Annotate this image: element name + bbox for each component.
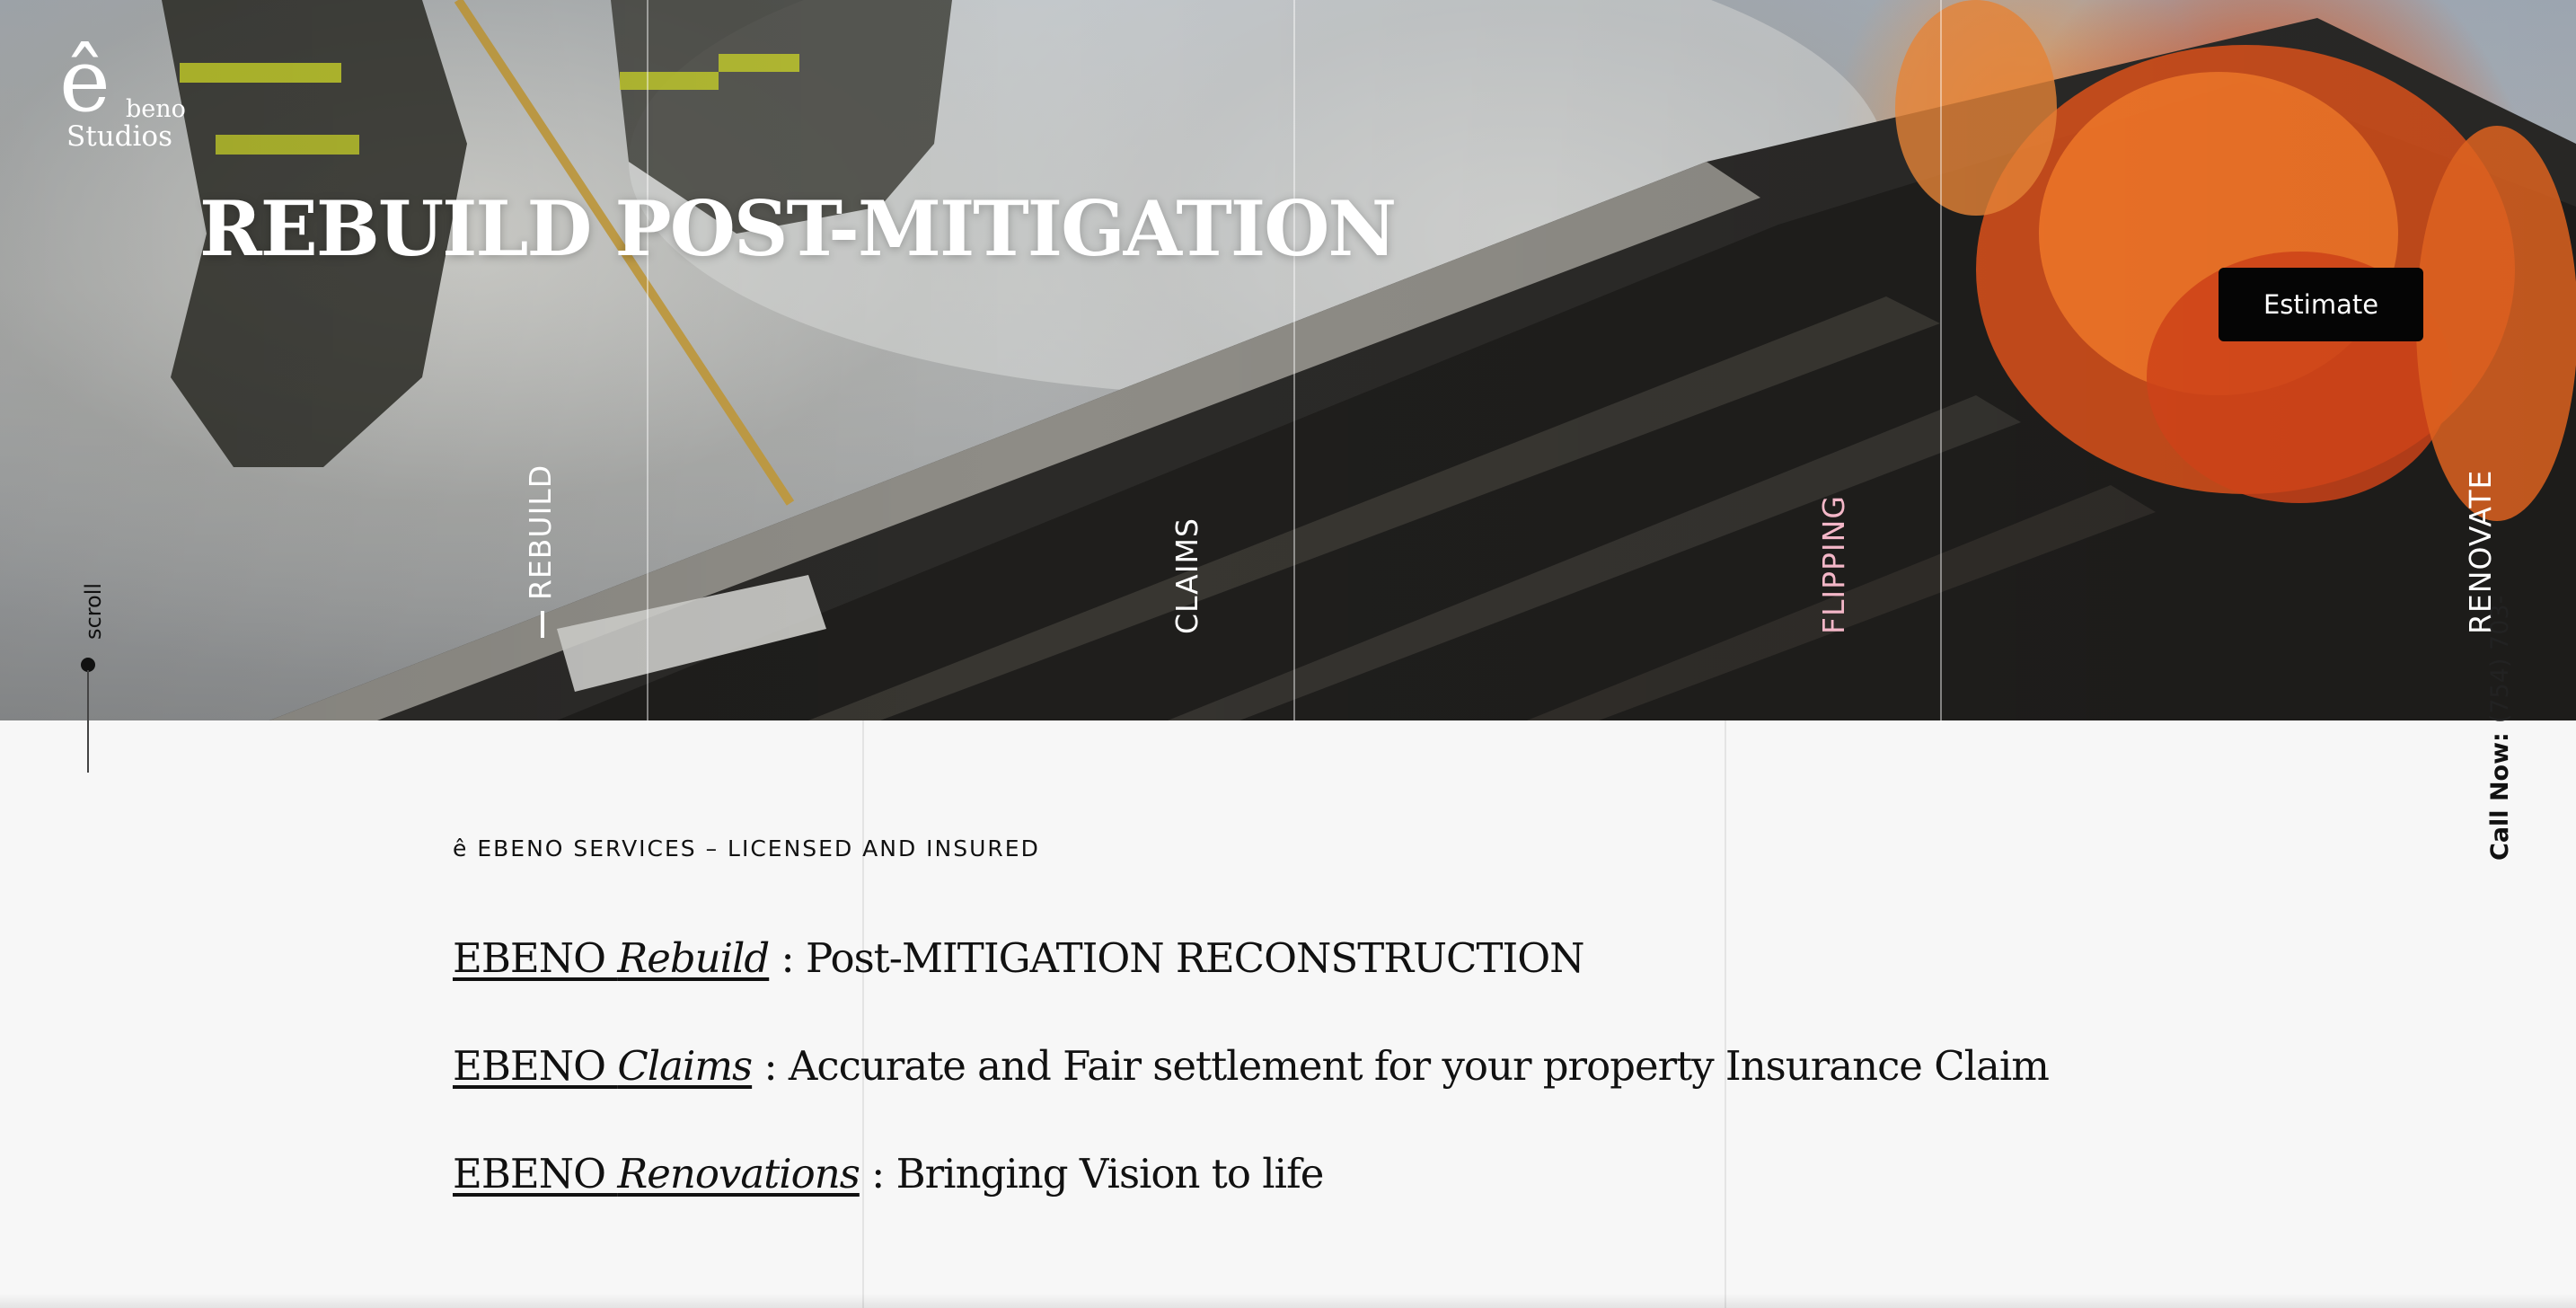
hero-title: REBUILD POST-MITIGATION (199, 184, 1397, 273)
scroll-line (87, 670, 89, 773)
service-description: : Post-MITIGATION RECONSTRUCTION (769, 934, 1585, 982)
logo-beno: beno (126, 95, 186, 123)
hero-section: ê beno Studios REBUILD POST-MITIGATION E… (0, 0, 2576, 720)
service-brand: EBENO (453, 934, 618, 982)
call-now[interactable]: Call Now: (754) 703- (2486, 596, 2514, 861)
column-divider (862, 720, 864, 1308)
phone-number[interactable]: (754) 703- (2486, 596, 2514, 723)
logo-studios: Studios (66, 120, 172, 153)
bottom-edge-shadow (0, 1294, 2576, 1308)
nav-item-flipping[interactable]: FLIPPING (1816, 495, 1851, 634)
service-name: Claims (617, 1042, 753, 1090)
column-divider (647, 0, 648, 720)
service-description: : Bringing Vision to life (859, 1150, 1324, 1198)
service-item-claims: EBENO Claims : Accurate and Fair settlem… (453, 1042, 2050, 1090)
scroll-indicator[interactable]: scroll (75, 575, 106, 773)
nav-item-label: REBUILD (523, 464, 558, 600)
service-link-claims[interactable]: EBENO Claims (453, 1042, 753, 1090)
service-name: Renovations (617, 1150, 860, 1198)
active-indicator (540, 611, 544, 638)
service-item-renovations: EBENO Renovations : Bringing Vision to l… (453, 1150, 1324, 1198)
service-link-rebuild[interactable]: EBENO Rebuild (453, 934, 770, 982)
service-link-renovations[interactable]: EBENO Renovations (453, 1150, 860, 1198)
call-now-label: Call Now: (2486, 732, 2514, 861)
service-item-rebuild: EBENO Rebuild : Post-MITIGATION RECONSTR… (453, 934, 1585, 982)
service-description: : Accurate and Fair settlement for your … (752, 1042, 2049, 1090)
scroll-label: scroll (81, 582, 106, 640)
service-brand: EBENO (453, 1042, 618, 1090)
nav-item-rebuild[interactable]: REBUILD (523, 464, 558, 638)
service-brand: EBENO (453, 1150, 618, 1198)
estimate-button[interactable]: Estimate (2219, 268, 2423, 341)
column-divider (1293, 0, 1295, 720)
services-eyebrow: ê EBENO SERVICES – LICENSED AND INSURED (453, 835, 1040, 862)
nav-item-claims[interactable]: CLAIMS (1169, 517, 1204, 634)
column-divider (1940, 0, 1942, 720)
page: ê beno Studios REBUILD POST-MITIGATION E… (0, 0, 2576, 1308)
hero-overlay (0, 0, 2576, 720)
column-divider (1725, 720, 1726, 1308)
logo[interactable]: ê beno Studios (59, 18, 194, 153)
nav-item-label: FLIPPING (1816, 495, 1851, 634)
service-name: Rebuild (617, 934, 770, 982)
nav-item-label: CLAIMS (1169, 517, 1204, 634)
